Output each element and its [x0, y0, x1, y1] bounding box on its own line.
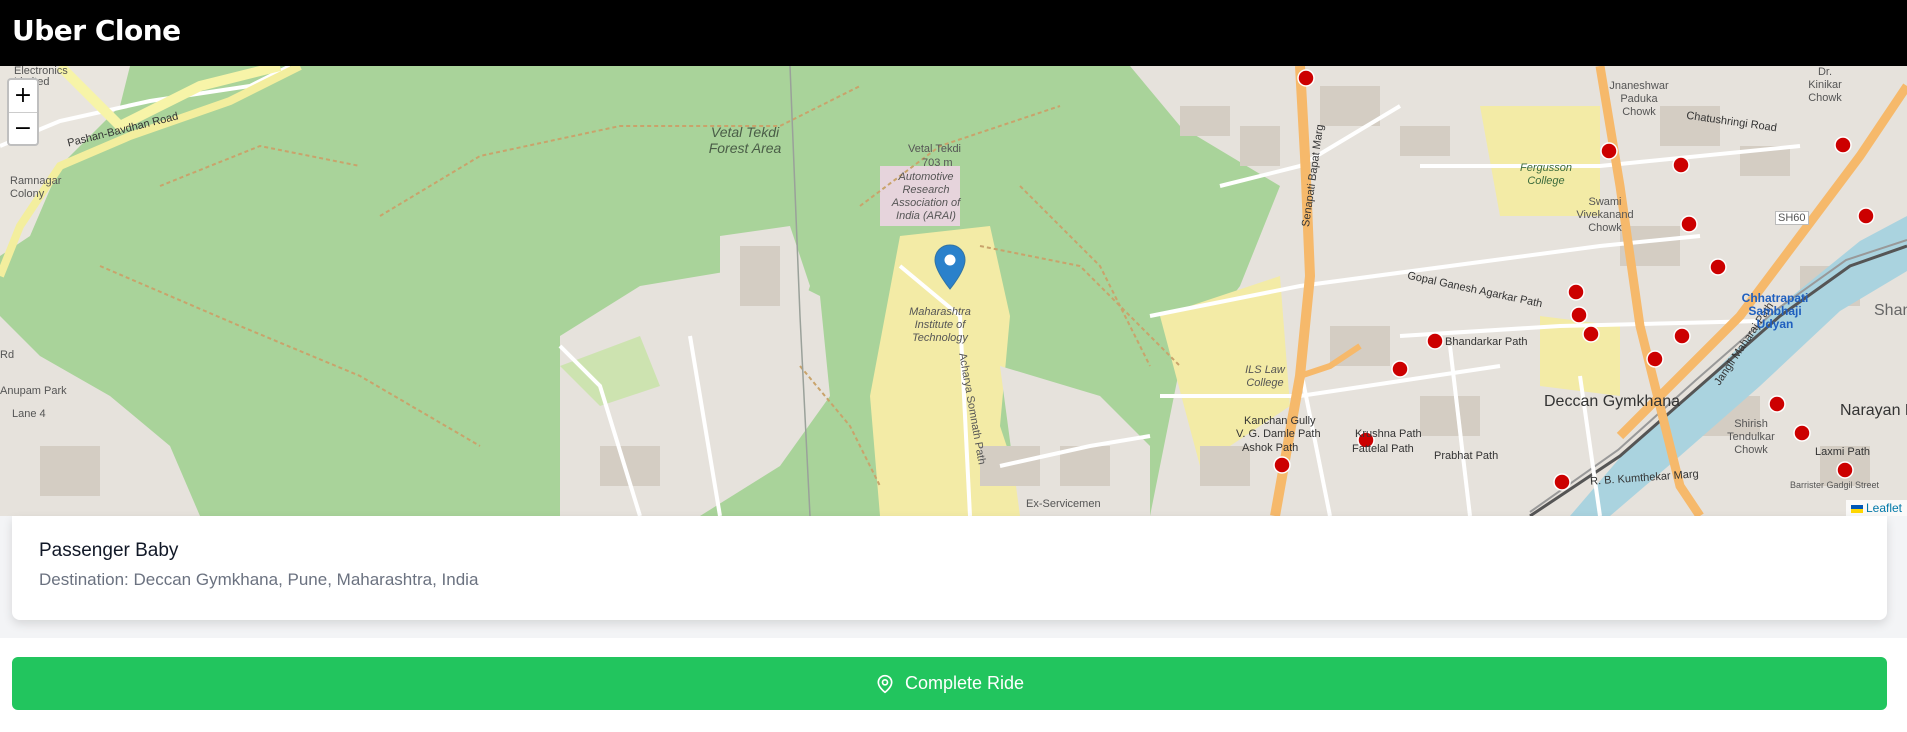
zoom-out-button[interactable]: − — [9, 112, 37, 145]
zoom-control: + − — [7, 78, 39, 146]
map-tiles — [0, 66, 1907, 516]
complete-ride-button[interactable]: Complete Ride — [12, 657, 1887, 710]
map-label: Kanchan Gully — [1244, 415, 1316, 427]
map-label: Prabhat Path — [1434, 450, 1499, 462]
map-label: Lane 4 — [12, 408, 46, 420]
map-label: Automotive Research Association of India… — [891, 171, 961, 222]
map-label: Fergusson College — [1520, 162, 1572, 187]
map-label: Fattelal Path — [1352, 443, 1414, 455]
action-bar: Complete Ride — [0, 638, 1907, 732]
map-attribution[interactable]: Leaflet — [1845, 500, 1907, 516]
map-label: Maharashtra Institute of Technology — [909, 306, 971, 344]
map-label: Dr. Kinikar Chowk — [1808, 66, 1842, 104]
map-label: ILS Law College — [1245, 364, 1285, 389]
map-label: Swami Vivekanand Chowk — [1576, 196, 1634, 234]
map-label: Bhandarkar Path — [1445, 336, 1528, 348]
map-label: Krushna Path — [1355, 428, 1422, 440]
map-label: 703 m — [922, 157, 953, 169]
map-pin-outline-icon — [877, 674, 893, 693]
map-label: Ashok Path — [1242, 442, 1299, 454]
map-label: Laxmi Path — [1815, 446, 1871, 458]
map-label: Shirish Tendulkar Chowk — [1727, 418, 1775, 456]
map-label: Ex-Servicemen — [1026, 498, 1101, 510]
map-label: Deccan Gymkhana — [1544, 393, 1681, 410]
app-title: Uber Clone — [12, 14, 181, 47]
map-label: Chhatrapati Sambhaji Udyan — [1741, 291, 1809, 331]
map-label: Ramnagar Colony — [10, 175, 62, 200]
map-label: Anupam Park — [0, 385, 67, 397]
map-label: Rd — [0, 349, 15, 361]
map-label: Shaniv — [1874, 302, 1907, 319]
passenger-name: Passenger Baby — [39, 540, 179, 561]
app-header: Uber Clone — [0, 0, 1907, 66]
map-label: Vetal Tekdi Forest Area — [708, 124, 782, 156]
map-label: SH60 — [1775, 211, 1809, 225]
ride-destination: Destination: Deccan Gymkhana, Pune, Maha… — [39, 570, 479, 589]
map-label: V. G. Damle Path — [1236, 428, 1321, 440]
complete-ride-label: Complete Ride — [904, 673, 1025, 693]
ride-info-card: Passenger Baby Destination: Deccan Gymkh… — [12, 516, 1887, 620]
leaflet-link[interactable]: Leaflet — [1866, 501, 1902, 515]
map-label: Vetal Tekdi — [908, 143, 962, 155]
map-label: Barrister Gadgil Street — [1790, 480, 1880, 490]
map-view[interactable]: Pashan-Bavdhan Road Electronics Limited … — [0, 66, 1907, 516]
map-label: Jnaneshwar Paduka Chowk — [1609, 80, 1669, 118]
ukraine-flag-icon — [1850, 505, 1863, 513]
zoom-in-button[interactable]: + — [9, 80, 37, 112]
map-label: Narayan Pe — [1840, 402, 1907, 419]
map-pin-icon[interactable] — [934, 244, 966, 290]
